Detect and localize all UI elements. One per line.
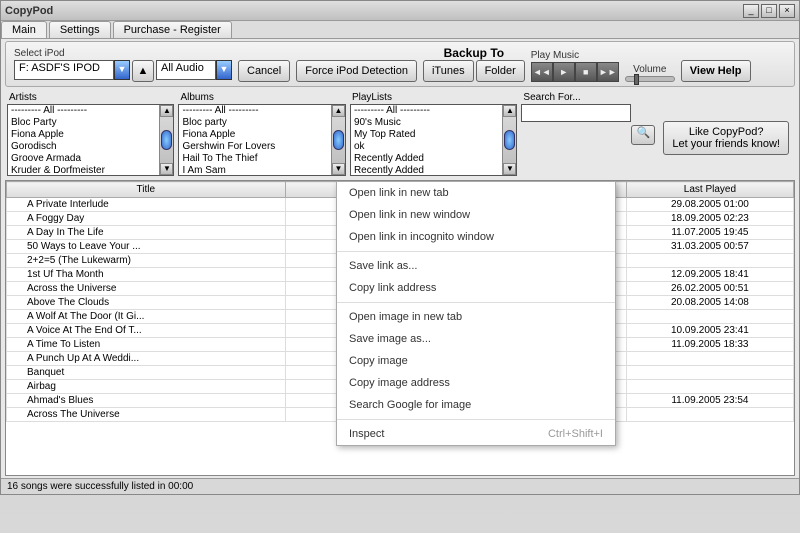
titlebar: CopyPod _ □ × (1, 1, 799, 21)
app-window: CopyPod _ □ × Main Settings Purchase - R… (0, 0, 800, 495)
maximize-button[interactable]: □ (761, 4, 777, 18)
tab-main[interactable]: Main (1, 21, 47, 38)
volume-thumb[interactable] (634, 74, 639, 85)
list-item[interactable]: Recently Added (351, 153, 502, 165)
list-item[interactable]: Recently Added (351, 165, 502, 175)
artists-list[interactable]: --------- All ---------Bloc PartyFiona A… (7, 104, 174, 176)
cancel-button[interactable]: Cancel (238, 60, 290, 82)
backup-to-label: Backup To (444, 46, 504, 60)
close-button[interactable]: × (779, 4, 795, 18)
list-item[interactable]: Kruder & Dorfmeister (8, 165, 159, 175)
list-item[interactable]: Hail To The Thief (179, 153, 330, 165)
scrollbar[interactable]: ▲▼ (159, 105, 173, 175)
chevron-down-icon[interactable]: ▼ (216, 60, 232, 80)
list-item[interactable]: Bloc Party (8, 117, 159, 129)
stop-icon[interactable]: ■ (575, 62, 597, 82)
tab-bar: Main Settings Purchase - Register (1, 21, 799, 39)
eject-button[interactable]: ▲ (132, 60, 154, 82)
list-item[interactable]: Bloc party (179, 117, 330, 129)
filters-row: Artists --------- All ---------Bloc Part… (1, 89, 799, 178)
playlists-label: PlayLists (350, 91, 517, 104)
list-item[interactable]: I Am Sam (179, 165, 330, 175)
list-item[interactable]: Groove Armada (8, 153, 159, 165)
search-icon: 🔍 (637, 127, 651, 139)
force-detection-button[interactable]: Force iPod Detection (296, 60, 417, 82)
context-menu-item[interactable]: Open link in incognito window (337, 226, 615, 248)
toolbar: Select iPod F: ASDF'S IPOD ▼ ▲ All Audio… (5, 41, 795, 87)
scrollbar[interactable]: ▲▼ (331, 105, 345, 175)
play-icon[interactable]: ► (553, 62, 575, 82)
list-item[interactable]: Gershwin For Lovers (179, 141, 330, 153)
window-title: CopyPod (5, 5, 741, 17)
context-menu-item[interactable]: Copy image (337, 350, 615, 372)
context-menu-item[interactable]: Save link as... (337, 255, 615, 277)
context-menu-item[interactable]: Copy image address (337, 372, 615, 394)
tab-settings[interactable]: Settings (49, 21, 111, 38)
songs-table: TitleArtistte AddedLast Played A Private… (5, 180, 795, 476)
context-menu-item[interactable]: Open link in new tab (337, 182, 615, 204)
backup-folder-button[interactable]: Folder (476, 60, 525, 82)
chevron-down-icon[interactable]: ▼ (114, 60, 130, 80)
artists-label: Artists (7, 91, 174, 104)
view-help-button[interactable]: View Help (681, 60, 751, 82)
minimize-button[interactable]: _ (743, 4, 759, 18)
list-item[interactable]: --------- All --------- (351, 105, 502, 117)
list-item[interactable]: Fiona Apple (179, 129, 330, 141)
list-item[interactable]: 90's Music (351, 117, 502, 129)
status-bar: 16 songs were successfully listed in 00:… (1, 478, 799, 494)
scrollbar[interactable]: ▲▼ (502, 105, 516, 175)
context-menu-item[interactable]: InspectCtrl+Shift+I (337, 423, 615, 445)
context-menu-item[interactable]: Open link in new window (337, 204, 615, 226)
list-item[interactable]: ok (351, 141, 502, 153)
backup-itunes-button[interactable]: iTunes (423, 60, 474, 82)
select-ipod-label: Select iPod (14, 48, 232, 59)
context-menu-item[interactable]: Search Google for image (337, 394, 615, 416)
list-item[interactable]: My Top Rated (351, 129, 502, 141)
search-input[interactable] (521, 104, 631, 122)
context-menu-item[interactable]: Open image in new tab (337, 306, 615, 328)
audio-dropdown[interactable]: All Audio ▼ (156, 60, 232, 82)
context-menu-item[interactable]: Save image as... (337, 328, 615, 350)
albums-list[interactable]: --------- All ---------Bloc partyFiona A… (178, 104, 345, 176)
list-item[interactable]: --------- All --------- (8, 105, 159, 117)
play-music-label: Play Music (531, 50, 619, 61)
list-item[interactable]: Gorodisch (8, 141, 159, 153)
column-header[interactable]: Title (7, 182, 286, 198)
volume-slider[interactable] (625, 76, 675, 82)
column-header[interactable]: Last Played (626, 182, 793, 198)
list-item[interactable]: --------- All --------- (179, 105, 330, 117)
context-menu-item[interactable]: Copy link address (337, 277, 615, 299)
like-copypod-button[interactable]: Like CopyPod? Let your friends know! (663, 121, 789, 155)
rewind-icon[interactable]: ◄◄ (531, 62, 553, 82)
list-item[interactable]: Fiona Apple (8, 129, 159, 141)
search-label: Search For... (521, 91, 655, 104)
context-menu: Open link in new tabOpen link in new win… (336, 181, 616, 446)
playlists-list[interactable]: --------- All ---------90's MusicMy Top … (350, 104, 517, 176)
search-button[interactable]: 🔍 (631, 125, 655, 145)
forward-icon[interactable]: ►► (597, 62, 619, 82)
tab-purchase[interactable]: Purchase - Register (113, 21, 232, 38)
albums-label: Albums (178, 91, 345, 104)
ipod-dropdown[interactable]: F: ASDF'S IPOD ▼ (14, 60, 130, 82)
